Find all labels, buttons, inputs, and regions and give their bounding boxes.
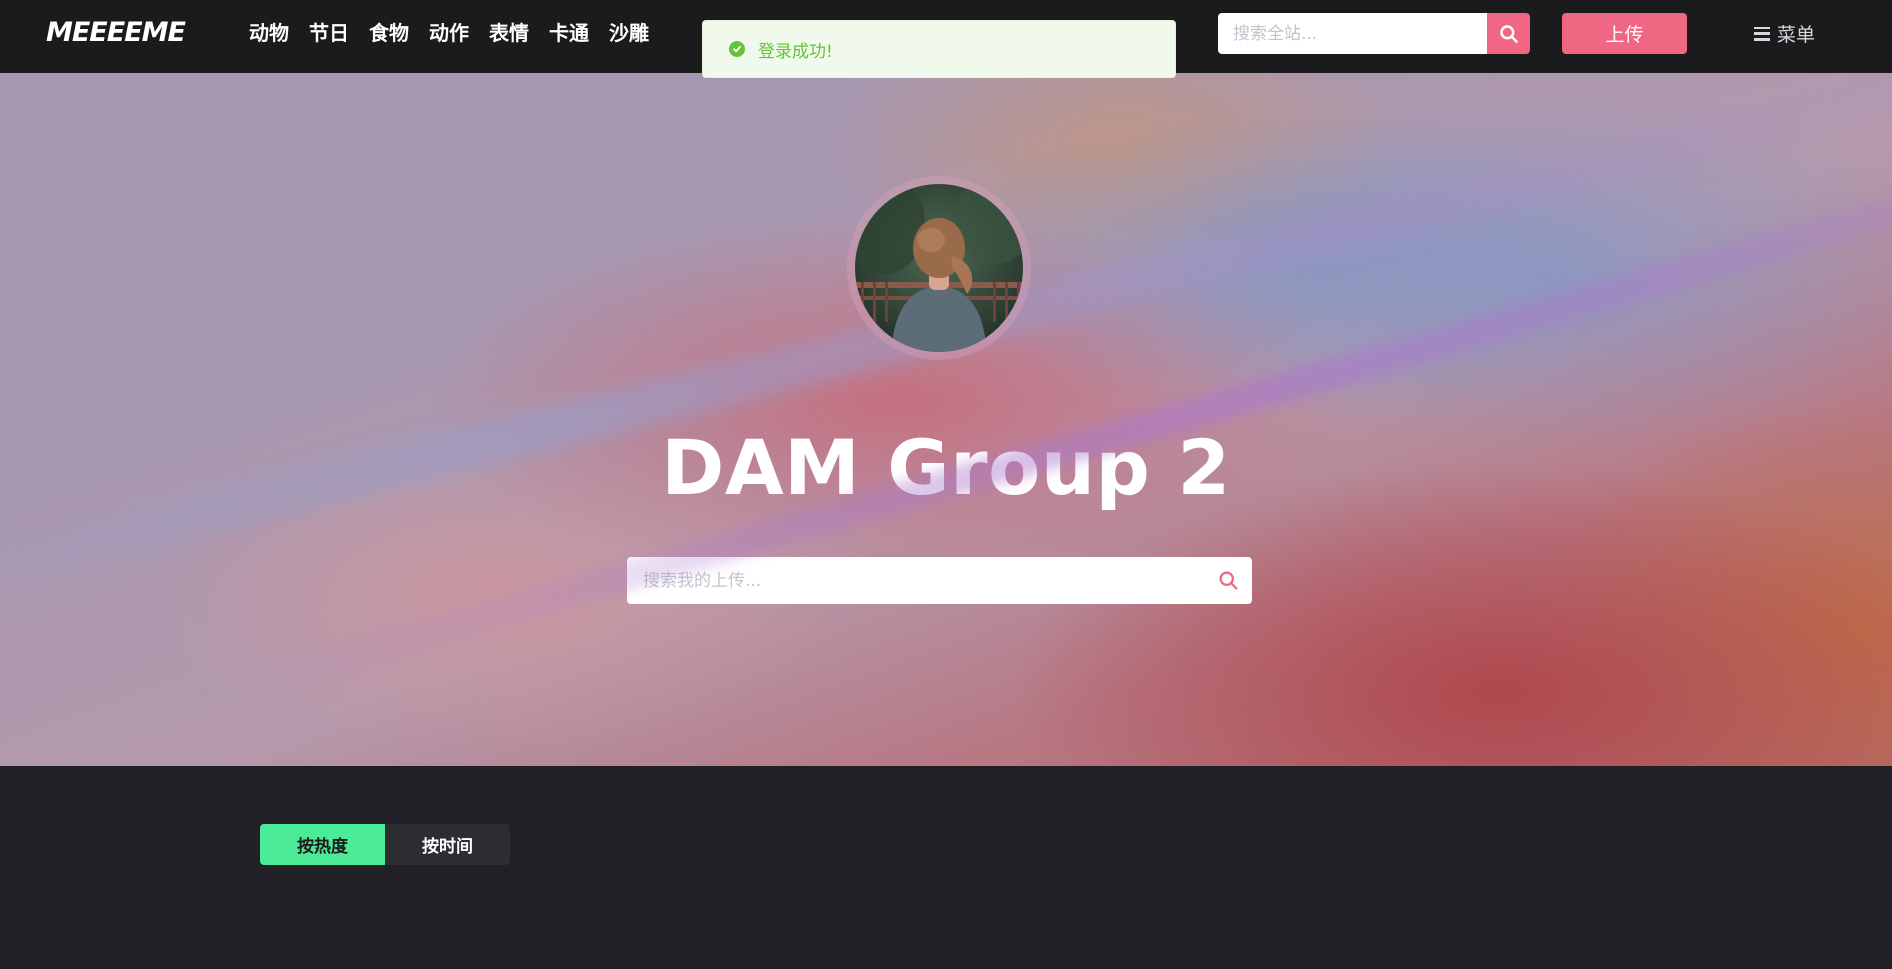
nav-link-expressions[interactable]: 表情 [489,20,529,47]
site-search [1218,13,1530,54]
avatar-ring [847,176,1031,360]
nav-link-holidays[interactable]: 节日 [309,20,349,47]
site-search-button[interactable] [1487,13,1530,54]
nav-link-funny[interactable]: 沙雕 [609,20,649,47]
sort-tabs: 按热度 按时间 [260,824,510,865]
toast-message: 登录成功! [758,41,833,62]
nav-link-food[interactable]: 食物 [369,20,409,47]
login-success-toast: 登录成功! [702,20,1176,78]
nav-link-cartoons[interactable]: 卡通 [549,20,589,47]
hamburger-icon [1754,26,1770,41]
avatar[interactable] [855,184,1023,352]
profile-name: DAM Group 2 [661,423,1231,512]
sort-by-time-tab[interactable]: 按时间 [385,824,510,865]
profile-hero: DAM Group 2 [0,73,1892,766]
menu-button[interactable]: 菜单 [1754,20,1815,47]
sort-by-popularity-tab[interactable]: 按热度 [260,824,385,865]
my-uploads-search-input[interactable] [627,557,1204,604]
site-search-input[interactable] [1218,13,1488,54]
search-icon [1218,571,1238,590]
category-nav: 动物 节日 食物 动作 表情 卡通 沙雕 [249,20,669,47]
upload-button[interactable]: 上传 [1562,13,1687,54]
search-icon [1499,24,1518,43]
my-uploads-search [627,557,1252,604]
avatar-image [855,184,1023,352]
site-logo[interactable]: MEEEEME [46,17,186,48]
my-uploads-search-button[interactable] [1204,557,1252,604]
menu-label: 菜单 [1777,24,1816,46]
nav-link-actions[interactable]: 动作 [429,20,469,47]
check-circle-icon [729,41,745,57]
nav-link-animals[interactable]: 动物 [249,20,289,47]
